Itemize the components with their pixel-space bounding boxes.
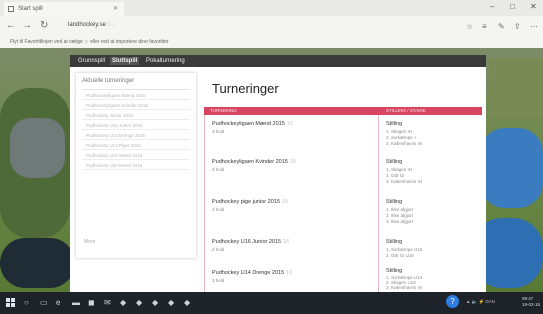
url-host: landhockey.se <box>68 22 106 28</box>
tournament-name[interactable]: Pudhockeyligaen Mænd 2015 16 <box>212 121 293 127</box>
app-icon[interactable]: ◆ <box>168 298 174 307</box>
close-window-icon[interactable]: ✕ <box>530 2 537 11</box>
start-button[interactable] <box>6 298 15 307</box>
standing-label: Stilling <box>386 121 403 127</box>
page-icon <box>8 6 14 12</box>
taskbar: ○ ▭ e ▬ ◼ ✉ ◆ ◆ ◆ ◆ ◆ ? ▲ 🔈 ⚡ DAN 09:47 … <box>0 292 543 314</box>
team-count: 3 hold <box>212 278 225 283</box>
standing-entry: 2. Odr Gi U16 <box>386 253 414 258</box>
tournament-name[interactable]: Pudhockeyligaen Kvinder 2015 15 <box>212 159 296 165</box>
address-field[interactable]: landhockey.se/... <box>68 22 115 28</box>
tournament-name[interactable]: Pudhockey pige junior 2015 15 <box>212 199 288 205</box>
standing-entry: 2. Odr Gi <box>386 173 405 178</box>
team-count: 4 hold <box>212 207 225 212</box>
clock[interactable]: 09:47 19-02-15 <box>522 296 540 308</box>
folder-icon[interactable]: ▬ <box>72 298 80 307</box>
app-icon[interactable]: ◆ <box>136 298 142 307</box>
sidebar-item[interactable]: Pudhockey U10 Mixed 2015 <box>82 160 190 170</box>
mail-icon[interactable]: ✉ <box>104 298 111 307</box>
site-nav: Grunnspill Sluttspill Pokalturnering <box>70 55 486 67</box>
table-header: TURNERING STILLING / STADIE <box>204 107 482 115</box>
hub-icon[interactable]: ≡ <box>482 22 487 31</box>
page-title: Turneringer <box>212 81 279 96</box>
website-content: Grunnspill Sluttspill Pokalturnering Akt… <box>70 55 486 292</box>
nav-sluttspill[interactable]: Sluttspill <box>110 57 140 65</box>
sidebar: Aktuelle turneringer Pudhockeyligaen Mæn… <box>76 73 196 258</box>
standing-label: Stilling <box>386 239 403 245</box>
note-icon[interactable]: ✎ <box>498 22 505 31</box>
team-count: 3 hold <box>212 129 225 134</box>
favorite-star-icon[interactable]: ☆ <box>466 22 473 31</box>
back-icon[interactable]: ← <box>6 20 16 31</box>
search-icon[interactable]: ○ <box>24 298 29 307</box>
standing-entry: 3. Ikke afgjort <box>386 219 414 224</box>
tab-title: Start spill <box>18 6 43 12</box>
team-count: 3 hold <box>212 167 225 172</box>
refresh-icon[interactable]: ↻ <box>40 20 48 31</box>
sidebar-item[interactable]: Pudhockeyligaen Kvinder 2015 <box>82 100 190 110</box>
standing-label: Stilling <box>386 199 403 205</box>
favorites-bar: Flyt til Favorittlinjen ved at vælge ☆ e… <box>0 36 543 48</box>
standing-entry: 3. Københavns IH <box>386 179 423 184</box>
team-count: 2 hold <box>212 247 225 252</box>
app-icon[interactable]: ◆ <box>152 298 158 307</box>
store-icon[interactable]: ◼ <box>88 298 95 307</box>
sidebar-item[interactable]: Pudhockey U16 Junior 2015 <box>82 120 190 130</box>
minimize-icon[interactable]: – <box>490 2 494 11</box>
standing-entry: 3. Københavns IH <box>386 141 423 146</box>
standing-entry: 2. Ikke afgjort <box>386 213 414 218</box>
standing-label: Stilling <box>386 159 403 165</box>
standing-label: Stilling <box>386 268 403 274</box>
sidebar-list: Pudhockeyligaen Mænd 2015 Pudhockeyligae… <box>82 89 190 170</box>
tournament-name[interactable]: Pudhockey U14 Drenge 2015 16 <box>212 270 292 276</box>
standing-entry: 1. Skagen IH <box>386 129 413 134</box>
app-icon[interactable]: ◆ <box>184 298 190 307</box>
more-icon[interactable]: ⋯ <box>530 22 538 31</box>
sidebar-title: Aktuelle turneringer <box>82 78 135 84</box>
browser-tabbar: Start spill ✕ – □ ✕ <box>0 0 543 16</box>
sidebar-item[interactable]: Pudhockey U14 Piger 2015 <box>82 140 190 150</box>
browser-tab[interactable]: Start spill ✕ <box>4 2 124 16</box>
header-standing: STILLING / STADIE <box>386 108 426 113</box>
app-icon[interactable]: ◆ <box>120 298 126 307</box>
system-tray[interactable]: ▲ 🔈 ⚡ DAN <box>466 299 495 305</box>
clock-date: 19-02-15 <box>522 302 541 307</box>
task-view-icon[interactable]: ▭ <box>40 298 48 307</box>
sidebar-item[interactable]: Pudhockeyligaen Mænd 2015 <box>82 90 190 100</box>
standing-entry: 2. Svrkæmpe + <box>386 135 417 140</box>
standing-entry: 1. Ikke afgjort <box>386 207 414 212</box>
tournament-name[interactable]: Pudhockey U16 Junior 2015 16 <box>212 239 289 245</box>
maximize-icon[interactable]: □ <box>510 2 515 11</box>
nav-grunnspill[interactable]: Grunnspill <box>76 57 107 65</box>
url-path: /... <box>107 22 115 28</box>
address-toolbar: ← → ↻ landhockey.se/... ☆ ≡ ✎ ⇪ ⋯ <box>0 16 543 36</box>
forward-icon[interactable]: → <box>22 20 32 31</box>
main-content: Turneringer TURNERING STILLING / STADIE … <box>204 73 482 292</box>
standing-entry: 3. Københavns IH <box>386 285 423 290</box>
help-icon[interactable]: ? <box>446 295 459 308</box>
nav-pokalturnering[interactable]: Pokalturnering <box>144 57 187 65</box>
sidebar-item[interactable]: Pudhockey Junior 2015 <box>82 110 190 120</box>
standing-entry: 1. Skagen IH <box>386 167 413 172</box>
sidebar-item[interactable]: Pudhockey U12 Mixed 2015 <box>82 150 190 160</box>
close-tab-icon[interactable]: ✕ <box>113 5 118 12</box>
header-tournament: TURNERING <box>210 108 237 113</box>
standing-entry: 1. Svrkæmpe U16 <box>386 247 423 252</box>
edge-icon[interactable]: e <box>56 298 60 307</box>
sidebar-item[interactable]: Pudhockey U14 Drenge 2015 <box>82 130 190 140</box>
sidebar-more-link[interactable]: Mere <box>84 239 95 245</box>
share-icon[interactable]: ⇪ <box>514 22 521 31</box>
